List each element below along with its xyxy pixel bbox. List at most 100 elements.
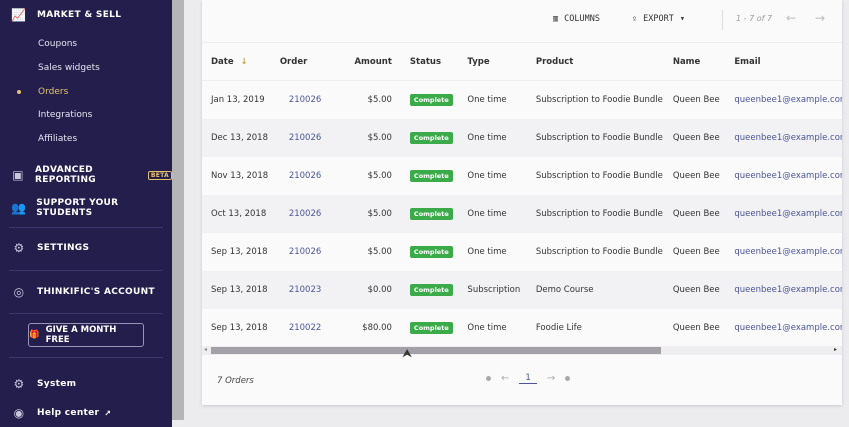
report-icon: ▣ [12,168,24,182]
order-link[interactable]: 210023 [289,285,321,295]
email-link[interactable]: queenbee1@example.com [734,95,842,105]
type: One time [467,208,507,219]
table-row[interactable]: Nov 13, 2018 210026 $5.00 Complete One time S… [202,157,842,195]
nav-settings[interactable]: ⚙ SETTINGS [0,241,172,255]
name: Queen Bee [672,246,720,257]
cell: Sep 13, 2018 [202,233,280,271]
external-link-icon: ↗ [104,408,112,418]
users-icon: 👥 [11,201,27,215]
amount: $5.00 [367,132,392,143]
sidebar-item-sales-widgets[interactable]: Sales widgets [38,63,100,73]
name: Queen Bee [672,322,720,333]
cell: 210026 [280,233,335,271]
column-header-name[interactable]: Name [672,42,735,81]
cell: 210026 [280,81,335,119]
header-label: Date [211,56,234,67]
column-header-amount[interactable]: Amount [334,42,410,81]
nav-market-sell[interactable]: 📈 MARKET & SELL [0,8,172,22]
date: Oct 13, 2018 [211,208,267,219]
email-link[interactable]: queenbee1@example.com [734,247,842,257]
header-label: Name [672,56,701,67]
cell: queenbee1@example.com [734,309,842,347]
beta-badge: BETA [147,170,172,180]
next-page-button[interactable]: → [547,373,555,384]
sort-down-icon[interactable]: ↓ [238,57,248,67]
next-page-button[interactable]: → [815,11,825,25]
order-link[interactable]: 210026 [289,171,321,181]
first-page-button[interactable] [486,376,491,381]
status-badge: Complete [409,207,453,220]
cell: Complete [409,194,468,233]
scrollbar-thumb[interactable] [211,347,661,354]
cell: Queen Bee [673,157,735,195]
prev-page-button[interactable]: ← [501,373,509,384]
column-header-status[interactable]: Status [409,42,468,81]
cell: Queen Bee [673,309,735,347]
divider [9,270,163,271]
cell: $5.00 [334,81,409,119]
sidebar-scrollbar[interactable] [172,0,184,420]
email-link[interactable]: queenbee1@example.com [734,323,842,333]
gift-icon: 🎁 [29,330,40,340]
column-header-date[interactable]: Date ↓ [202,42,280,81]
status-badge: Complete [409,93,453,106]
table-row[interactable]: Sep 13, 2018 210026 $5.00 Complete One time S… [202,233,842,271]
header-label: Product [535,56,574,67]
horizontal-scrollbar[interactable]: ◂ ▸ [202,346,842,355]
nav-system[interactable]: ⚙ System [0,377,172,391]
gear-icon: ⚙ [13,377,25,391]
type: One time [467,132,507,143]
nav-advanced-reporting[interactable]: ▣ ADVANCED REPORTING BETA [0,165,172,185]
table-row[interactable]: Jan 13, 2019 210026 $5.00 Complete One time S… [202,81,842,119]
nav-support-students[interactable]: 👥 SUPPORT YOUR STUDENTS [0,198,172,218]
prev-page-button[interactable]: ← [786,11,796,25]
column-header-product[interactable]: Product [535,42,673,81]
table-row[interactable]: Oct 13, 2018 210026 $5.00 Complete One time S… [202,194,842,233]
date: Jan 13, 2019 [211,94,265,105]
product: Foodie Life [535,322,582,333]
nav-help-center[interactable]: ◉ Help center ↗ [0,406,172,420]
type: One time [467,246,507,257]
order-link[interactable]: 210026 [289,247,321,257]
order-link[interactable]: 210022 [289,323,321,333]
header-label: Amount [354,56,392,67]
cell: $5.00 [334,118,410,157]
sidebar-item-coupons[interactable]: Coupons [38,39,77,49]
order-link[interactable]: 210026 [289,95,321,105]
email-link[interactable]: queenbee1@example.com [734,133,842,143]
amount: $5.00 [367,208,392,219]
status-badge: Complete [409,321,453,334]
sidebar-item-affiliates[interactable]: Affiliates [38,134,77,144]
table-row[interactable]: Sep 13, 2018 210023 $0.00 Complete Subscript… [202,270,842,309]
table-row[interactable]: Dec 13, 2018 210026 $5.00 Complete One time S… [202,118,842,157]
date: Sep 13, 2018 [211,246,268,257]
cell: Queen Bee [672,194,735,233]
cell: $5.00 [334,194,410,233]
cell: Complete [409,157,468,195]
columns-button[interactable]: ▥ COLUMNS [553,14,600,24]
email-link[interactable]: queenbee1@example.com [734,171,842,181]
cell: Foodie Life [536,309,673,347]
sidebar-item-integrations[interactable]: Integrations [38,110,92,120]
table-row[interactable]: Sep 13, 2018 210022 $80.00 Complete One time… [202,309,842,347]
nav-account[interactable]: ◎ THINKIFIC'S ACCOUNT [0,285,172,299]
column-header-email[interactable]: Email [734,42,842,81]
cell: $5.00 [334,157,409,195]
column-header-type[interactable]: Type [467,42,536,81]
cell: Subscription to Foodie Bundle [535,118,673,157]
divider [9,357,163,358]
cell: Sep 13, 2018 [202,270,280,309]
last-page-button[interactable] [565,376,571,381]
caret-down-icon: ▾ [679,14,685,24]
column-header-order[interactable]: Order [279,42,335,81]
give-month-free-button[interactable]: 🎁 GIVE A MONTH FREE [28,323,144,347]
cell: queenbee1@example.com [734,157,842,195]
export-button[interactable]: ⇪ EXPORT ▾ [632,14,685,24]
cell: 210026 [279,118,335,157]
email-link[interactable]: queenbee1@example.com [734,209,842,219]
order-link[interactable]: 210026 [289,133,321,143]
page-1-button[interactable]: 1 [519,373,537,384]
order-link[interactable]: 210026 [289,209,321,219]
email-link[interactable]: queenbee1@example.com [734,285,842,295]
sidebar-item-orders[interactable]: Orders [38,87,68,97]
